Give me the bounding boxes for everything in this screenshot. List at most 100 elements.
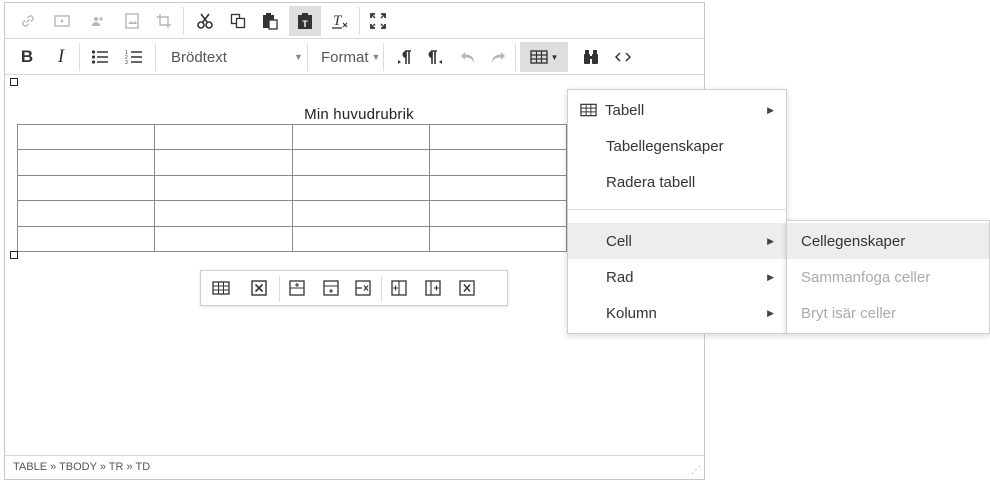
table-row bbox=[18, 175, 567, 202]
table-menu-button[interactable]: ▼ bbox=[520, 42, 568, 72]
menu-item-label: Rad bbox=[606, 268, 634, 286]
find-replace-icon[interactable] bbox=[577, 42, 605, 72]
table-cell[interactable] bbox=[430, 201, 567, 226]
table-icon bbox=[580, 103, 597, 117]
svg-text:T: T bbox=[302, 19, 308, 29]
svg-text:3: 3 bbox=[125, 60, 128, 65]
chevron-down-icon: ▼ bbox=[371, 52, 381, 62]
menu-item-bryt-isar-celler[interactable]: Bryt isär celler bbox=[787, 295, 989, 331]
bold-button[interactable]: B bbox=[13, 42, 41, 72]
table-row bbox=[18, 226, 567, 252]
table-cell[interactable] bbox=[430, 150, 567, 175]
chevron-right-icon: ▶ bbox=[767, 235, 774, 246]
link-icon[interactable] bbox=[13, 6, 43, 36]
table-properties-icon[interactable] bbox=[209, 276, 233, 300]
block-format-label: Brödtext bbox=[171, 48, 227, 66]
menu-item-label: Kolumn bbox=[606, 304, 657, 322]
table-cell[interactable] bbox=[293, 175, 430, 201]
chevron-right-icon: ▶ bbox=[767, 271, 774, 282]
menu-item-tabellegenskaper[interactable]: Tabellegenskaper bbox=[568, 128, 786, 164]
menu-item-label: Radera tabell bbox=[606, 173, 696, 191]
table-cell[interactable] bbox=[18, 125, 156, 150]
delete-row-icon[interactable] bbox=[351, 276, 375, 300]
table-cell[interactable] bbox=[430, 226, 567, 251]
table-cell[interactable] bbox=[18, 150, 156, 175]
menu-item-kolumn[interactable]: Kolumn ▶ bbox=[568, 295, 786, 331]
menu-item-rad[interactable]: Rad ▶ bbox=[568, 259, 786, 295]
table-row bbox=[18, 150, 567, 176]
bullet-list-icon[interactable] bbox=[85, 42, 115, 72]
menu-item-cell[interactable]: Cell ▶ bbox=[568, 223, 786, 259]
table-cell[interactable] bbox=[155, 125, 293, 150]
menu-item-label: Cell bbox=[606, 232, 632, 250]
undo-icon[interactable] bbox=[455, 42, 481, 72]
clear-formatting-icon[interactable]: T bbox=[325, 6, 355, 36]
chevron-right-icon: ▶ bbox=[767, 104, 774, 115]
chevron-right-icon: ▶ bbox=[767, 307, 774, 318]
format-label: Format bbox=[321, 48, 369, 66]
menu-item-sammanfoga-celler[interactable]: Sammanfoga celler bbox=[787, 259, 989, 295]
menu-divider bbox=[568, 209, 786, 210]
menu-item-tabell[interactable]: Tabell ▶ bbox=[568, 92, 786, 128]
svg-text:T: T bbox=[333, 13, 343, 29]
table-cell[interactable] bbox=[293, 150, 430, 175]
table-cell[interactable] bbox=[293, 125, 430, 150]
insert-column-after-icon[interactable] bbox=[421, 276, 445, 300]
resize-handle-bottom-left[interactable] bbox=[10, 251, 18, 259]
table-cell[interactable] bbox=[293, 201, 430, 226]
resize-grip-icon[interactable]: ⋰ bbox=[691, 465, 701, 476]
table-cell[interactable] bbox=[293, 226, 430, 251]
menu-item-label: Sammanfoga celler bbox=[801, 268, 931, 286]
redo-icon[interactable] bbox=[485, 42, 511, 72]
copy-icon[interactable] bbox=[223, 6, 253, 36]
rtl-direction-icon[interactable] bbox=[423, 42, 449, 72]
document-table[interactable] bbox=[17, 124, 567, 252]
image-icon[interactable] bbox=[117, 6, 147, 36]
delete-column-icon[interactable] bbox=[455, 276, 479, 300]
table-context-toolbar bbox=[200, 270, 508, 306]
menu-item-label: Tabellegenskaper bbox=[606, 137, 724, 155]
ltr-direction-icon[interactable] bbox=[391, 42, 417, 72]
media-icon[interactable] bbox=[47, 6, 77, 36]
italic-button[interactable]: I bbox=[47, 42, 75, 72]
table-cell[interactable] bbox=[430, 125, 567, 150]
paste-as-text-icon[interactable]: T bbox=[289, 6, 321, 36]
menu-item-label: Tabell bbox=[605, 101, 645, 119]
block-format-dropdown[interactable]: Brödtext ▼ bbox=[163, 42, 303, 72]
menu-item-cellegenskaper[interactable]: Cellegenskaper bbox=[787, 223, 989, 259]
delete-table-icon[interactable] bbox=[247, 276, 271, 300]
source-code-icon[interactable] bbox=[609, 42, 637, 72]
toolbar-row-1: T T bbox=[5, 3, 704, 39]
toolbar-row-2: B I 123 Brödtext ▼ Format ▼ ▼ bbox=[5, 39, 704, 75]
crop-icon[interactable] bbox=[149, 6, 179, 36]
chevron-down-icon: ▼ bbox=[294, 52, 303, 62]
resize-handle-top-left[interactable] bbox=[10, 78, 18, 86]
menu-item-radera-tabell[interactable]: Radera tabell bbox=[568, 164, 786, 200]
table-icon bbox=[529, 50, 548, 64]
table-cell[interactable] bbox=[155, 226, 293, 251]
paste-icon[interactable] bbox=[255, 6, 285, 36]
cut-icon[interactable] bbox=[189, 6, 221, 36]
menu-item-label: Bryt isär celler bbox=[801, 304, 897, 322]
table-cell[interactable] bbox=[430, 175, 567, 201]
insert-column-before-icon[interactable] bbox=[387, 276, 411, 300]
table-dropdown-menu: Tabell ▶ Tabellegenskaper Radera tabell … bbox=[567, 89, 787, 334]
status-bar: TABLE » TBODY » TR » TD ⋰ bbox=[5, 455, 704, 479]
table-row bbox=[18, 125, 567, 151]
insert-row-before-icon[interactable] bbox=[285, 276, 309, 300]
fullscreen-icon[interactable] bbox=[363, 6, 393, 36]
insert-row-after-icon[interactable] bbox=[319, 276, 343, 300]
numbered-list-icon[interactable]: 123 bbox=[119, 42, 149, 72]
table-row bbox=[18, 201, 567, 227]
table-cell[interactable] bbox=[18, 226, 156, 251]
table-cell[interactable] bbox=[18, 201, 156, 226]
table-cell[interactable] bbox=[18, 175, 156, 201]
format-dropdown[interactable]: Format ▼ bbox=[313, 42, 381, 72]
element-path[interactable]: TABLE » TBODY » TR » TD bbox=[13, 461, 150, 473]
table-cell[interactable] bbox=[155, 175, 293, 201]
table-cell[interactable] bbox=[155, 150, 293, 175]
users-icon[interactable] bbox=[83, 6, 113, 36]
table-cell[interactable] bbox=[155, 201, 293, 226]
chevron-down-icon: ▼ bbox=[550, 52, 559, 62]
menu-item-label: Cellegenskaper bbox=[801, 232, 906, 250]
